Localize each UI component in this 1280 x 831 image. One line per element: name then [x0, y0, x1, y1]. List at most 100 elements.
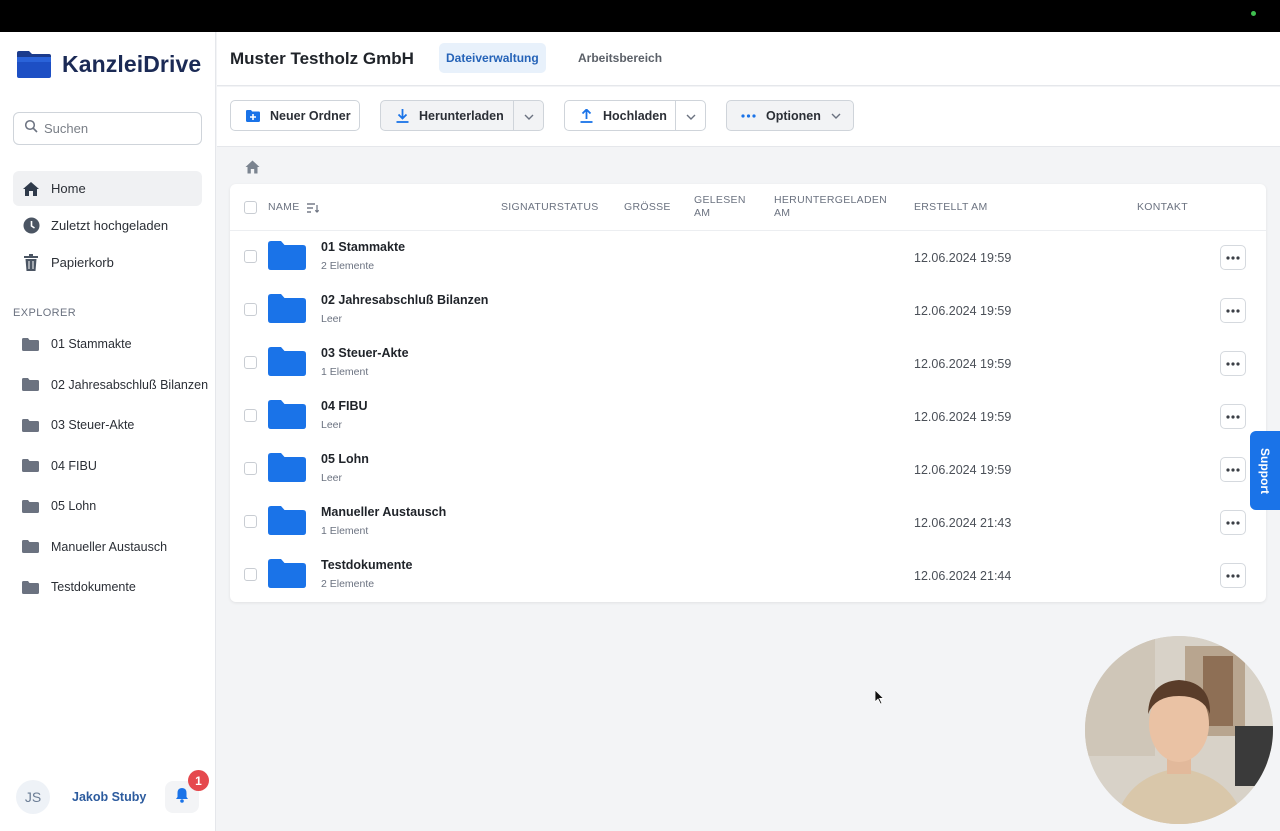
tab-arbeitsbereich[interactable]: Arbeitsbereich — [571, 43, 669, 73]
more-horizontal-icon — [1226, 255, 1240, 260]
column-signature[interactable]: SIGNATURSTATUS — [501, 201, 599, 214]
row-checkbox[interactable] — [244, 250, 257, 263]
home-icon — [22, 180, 40, 198]
folder-item-count: Leer — [321, 472, 343, 484]
row-actions-button[interactable] — [1220, 298, 1246, 323]
row-actions-button[interactable] — [1220, 563, 1246, 588]
table-row[interactable]: 05 Lohn Leer 12.06.2024 19:59 — [230, 443, 1266, 496]
row-checkbox[interactable] — [244, 303, 257, 316]
sort-icon — [306, 202, 319, 213]
bell-icon — [175, 787, 189, 808]
table-row[interactable]: Testdokumente 2 Elemente 12.06.2024 21:44 — [230, 549, 1266, 602]
column-size[interactable]: GRÖSSE — [624, 201, 671, 214]
more-horizontal-icon — [1226, 467, 1240, 472]
download-dropdown[interactable] — [513, 101, 543, 130]
row-actions-button[interactable] — [1220, 245, 1246, 270]
row-actions-button[interactable] — [1220, 351, 1246, 376]
folder-icon — [22, 580, 40, 594]
explorer-item[interactable]: 01 Stammakte — [13, 324, 213, 365]
options-button[interactable]: Optionen — [726, 100, 854, 131]
created-date: 12.06.2024 19:59 — [914, 463, 1012, 477]
explorer-item[interactable]: 02 Jahresabschluß Bilanzen — [13, 365, 213, 406]
table-row[interactable]: Manueller Austausch 1 Element 12.06.2024 2… — [230, 496, 1266, 549]
explorer-item[interactable]: Testdokumente — [13, 567, 213, 608]
explorer-item[interactable]: Manueller Austausch — [13, 527, 213, 568]
home-icon — [245, 160, 260, 178]
created-date: 12.06.2024 21:44 — [914, 569, 1012, 583]
folder-item-count: Leer — [321, 313, 343, 325]
app-window: KanzleiDrive Home Zuletzt hochgeladen — [0, 32, 1280, 831]
chevron-down-icon — [831, 113, 841, 119]
search-box[interactable] — [13, 112, 202, 145]
folder-icon — [268, 559, 306, 593]
row-checkbox[interactable] — [244, 568, 257, 581]
upload-button[interactable]: Hochladen — [564, 100, 706, 131]
row-actions-button[interactable] — [1220, 457, 1246, 482]
more-horizontal-icon — [1226, 414, 1240, 419]
created-date: 12.06.2024 19:59 — [914, 304, 1012, 318]
folder-icon — [22, 378, 40, 392]
user-profile[interactable]: JS Jakob Stuby — [16, 780, 146, 814]
nav-recent-label: Zuletzt hochgeladen — [51, 218, 169, 233]
support-tab[interactable]: Support — [1250, 431, 1280, 510]
folder-item-count: 1 Element — [321, 366, 369, 378]
folder-item-count: 2 Elemente — [321, 578, 375, 590]
explorer-item[interactable]: 04 FIBU — [13, 446, 213, 487]
table-row[interactable]: 01 Stammakte 2 Elemente 12.06.2024 19:59 — [230, 231, 1266, 284]
folder-name[interactable]: 03 Steuer-Akte — [321, 346, 409, 360]
upload-icon — [580, 108, 593, 123]
row-checkbox[interactable] — [244, 462, 257, 475]
row-actions-button[interactable] — [1220, 404, 1246, 429]
explorer-item[interactable]: 05 Lohn — [13, 486, 213, 527]
app-name: KanzleiDrive — [62, 51, 202, 77]
folder-icon — [268, 241, 306, 275]
select-all-checkbox[interactable] — [244, 201, 257, 214]
column-name[interactable]: NAME — [268, 201, 319, 214]
row-actions-button[interactable] — [1220, 510, 1246, 535]
search-input[interactable] — [44, 121, 194, 136]
webcam-overlay — [1085, 636, 1273, 824]
folder-icon — [22, 337, 40, 351]
tab-dateiverwaltung[interactable]: Dateiverwaltung — [439, 43, 546, 73]
folder-name[interactable]: Testdokumente — [321, 558, 412, 572]
breadcrumb-home[interactable] — [245, 160, 260, 179]
support-label: Support — [1258, 447, 1272, 494]
table-row[interactable]: 04 FIBU Leer 12.06.2024 19:59 — [230, 390, 1266, 443]
folder-name[interactable]: Manueller Austausch — [321, 505, 446, 519]
folder-name[interactable]: 04 FIBU — [321, 399, 368, 413]
table-row[interactable]: 02 Jahresabschluß Bilanzen Leer 12.06.2024… — [230, 284, 1266, 337]
row-checkbox[interactable] — [244, 409, 257, 422]
upload-label: Hochladen — [603, 108, 667, 123]
explorer-tree: 01 Stammakte 02 Jahresabschluß Bilanzen … — [13, 324, 213, 608]
download-button[interactable]: Herunterladen — [380, 100, 544, 131]
row-checkbox[interactable] — [244, 515, 257, 528]
folder-name[interactable]: 01 Stammakte — [321, 240, 405, 254]
clock-icon — [22, 217, 40, 235]
column-contact[interactable]: KONTAKT — [1137, 201, 1188, 214]
column-downloaded[interactable]: HERUNTERGELADEN AM — [774, 194, 887, 220]
folder-logo-icon — [16, 50, 52, 79]
folder-name[interactable]: 05 Lohn — [321, 452, 369, 466]
folder-icon — [22, 540, 40, 554]
column-read[interactable]: GELESEN AM — [694, 194, 746, 220]
nav-recent-uploads[interactable]: Zuletzt hochgeladen — [13, 208, 202, 243]
logo[interactable]: KanzleiDrive — [16, 50, 201, 79]
folder-icon — [268, 506, 306, 540]
page-title: Muster Testholz GmbH — [230, 49, 414, 68]
table-header: NAME SIGNATURSTATUS GRÖSSE GELESEN AM HE… — [230, 184, 1266, 231]
row-checkbox[interactable] — [244, 356, 257, 369]
upload-dropdown[interactable] — [675, 101, 705, 130]
toolbar: Neuer Ordner Herunterladen Hochladen Opt… — [217, 87, 1280, 147]
main-nav: Home Zuletzt hochgeladen Papierkorb — [13, 171, 202, 282]
header: Muster Testholz GmbH Dateiverwaltung Arb… — [217, 32, 1280, 86]
nav-trash[interactable]: Papierkorb — [13, 245, 202, 280]
folder-item-count: 2 Elemente — [321, 260, 375, 272]
nav-home[interactable]: Home — [13, 171, 202, 206]
folder-name[interactable]: 02 Jahresabschluß Bilanzen — [321, 293, 488, 307]
notification-badge: 1 — [188, 770, 209, 791]
explorer-item[interactable]: 03 Steuer-Akte — [13, 405, 213, 446]
new-folder-button[interactable]: Neuer Ordner — [230, 100, 360, 131]
table-row[interactable]: 03 Steuer-Akte 1 Element 12.06.2024 19:59 — [230, 337, 1266, 390]
column-created[interactable]: ERSTELLT AM — [914, 201, 988, 214]
download-icon — [396, 108, 409, 123]
